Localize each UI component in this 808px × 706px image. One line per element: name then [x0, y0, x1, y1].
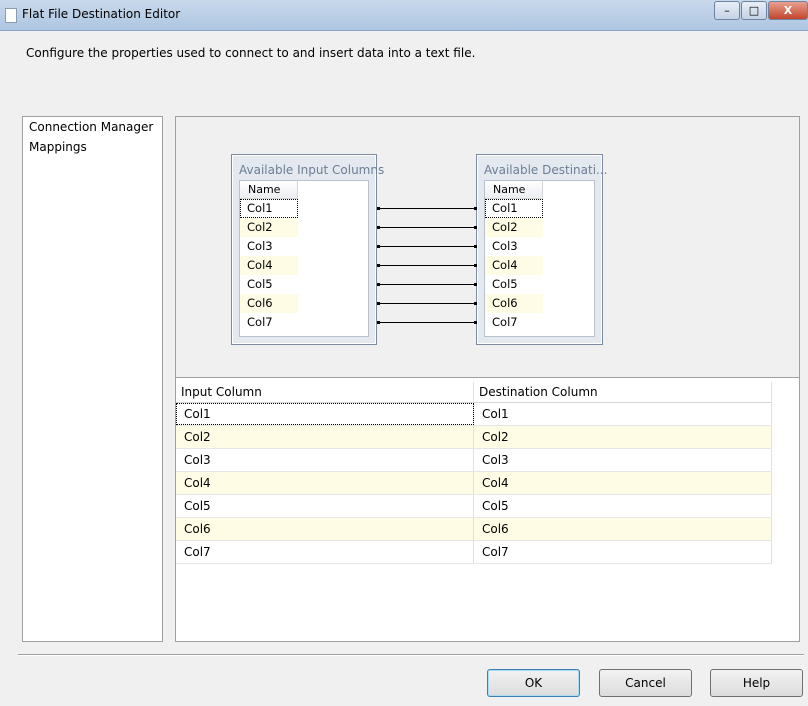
ok-button[interactable]: OK: [487, 669, 580, 697]
nav-item-mappings[interactable]: Mappings: [23, 137, 162, 157]
app-icon: [5, 8, 17, 23]
mapping-line[interactable]: [377, 283, 477, 286]
destination-name-header[interactable]: Name: [485, 181, 543, 199]
table-row[interactable]: Col3 Col3: [176, 449, 772, 472]
input-cell[interactable]: Col5: [176, 495, 474, 517]
available-input-columns-box[interactable]: Available Input Columns Name Col1 Col2 C…: [231, 154, 384, 345]
maximize-button[interactable]: □: [741, 1, 767, 20]
destination-column-item[interactable]: Col7: [485, 313, 543, 332]
page-nav: Connection Manager Mappings: [22, 116, 163, 642]
input-column-item[interactable]: Col7: [240, 313, 298, 332]
input-cell[interactable]: Col7: [176, 541, 474, 563]
mapping-line[interactable]: [377, 226, 477, 229]
input-cell[interactable]: Col3: [176, 449, 474, 471]
mapping-line[interactable]: [377, 321, 477, 324]
input-cell[interactable]: Col6: [176, 518, 474, 540]
destination-column-header[interactable]: Destination Column: [474, 382, 772, 402]
destination-column-item[interactable]: Col4: [485, 256, 543, 275]
input-column-item[interactable]: Col6: [240, 294, 298, 313]
table-row[interactable]: Col4 Col4: [176, 472, 772, 495]
input-box-title: Available Input Columns: [239, 163, 385, 177]
destination-box-title: Available Destinati...: [484, 163, 608, 177]
close-button[interactable]: X: [768, 1, 808, 20]
mappings-panel: Available Input Columns Name Col1 Col2 C…: [175, 116, 800, 642]
grid-header: Input Column Destination Column: [176, 382, 772, 403]
input-column-item[interactable]: Col2: [240, 218, 298, 237]
mapping-line[interactable]: [377, 264, 477, 267]
instruction-text: Configure the properties used to connect…: [26, 46, 476, 60]
input-cell[interactable]: Col4: [176, 472, 474, 494]
mapping-diagram: Available Input Columns Name Col1 Col2 C…: [176, 117, 799, 378]
mapping-line[interactable]: [377, 207, 477, 210]
help-button[interactable]: Help: [710, 669, 803, 697]
input-name-header[interactable]: Name: [240, 181, 298, 199]
window-title: Flat File Destination Editor: [22, 7, 181, 21]
cancel-button[interactable]: Cancel: [599, 669, 692, 697]
destination-column-item[interactable]: Col6: [485, 294, 543, 313]
destination-cell[interactable]: Col1: [474, 403, 772, 425]
destination-cell[interactable]: Col7: [474, 541, 772, 563]
mapping-line[interactable]: [377, 245, 477, 248]
input-column-item[interactable]: Col5: [240, 275, 298, 294]
destination-cell[interactable]: Col3: [474, 449, 772, 471]
input-cell[interactable]: Col1: [176, 403, 474, 425]
destination-cell[interactable]: Col5: [474, 495, 772, 517]
table-row[interactable]: Col2 Col2: [176, 426, 772, 449]
input-cell[interactable]: Col2: [176, 426, 474, 448]
destination-column-item[interactable]: Col3: [485, 237, 543, 256]
destination-cell[interactable]: Col6: [474, 518, 772, 540]
destination-column-item[interactable]: Col2: [485, 218, 543, 237]
table-row[interactable]: Col6 Col6: [176, 518, 772, 541]
input-column-item[interactable]: Col4: [240, 256, 298, 275]
mapping-grid: Input Column Destination Column Col1 Col1…: [176, 382, 799, 564]
input-column-item[interactable]: Col1: [240, 199, 298, 218]
title-bar: Flat File Destination Editor – □ X: [0, 0, 808, 31]
destination-cell[interactable]: Col4: [474, 472, 772, 494]
minimize-button[interactable]: –: [714, 1, 740, 20]
destination-column-item[interactable]: Col5: [485, 275, 543, 294]
mapping-line[interactable]: [377, 302, 477, 305]
table-row[interactable]: Col1 Col1: [176, 403, 772, 426]
available-destination-columns-box[interactable]: Available Destinati... Name Col1 Col2 Co…: [476, 154, 608, 345]
input-column-item[interactable]: Col3: [240, 237, 298, 256]
nav-item-connection-manager[interactable]: Connection Manager: [23, 117, 162, 137]
destination-column-item[interactable]: Col1: [485, 199, 543, 218]
input-column-header[interactable]: Input Column: [176, 382, 474, 402]
divider: [18, 654, 804, 656]
destination-cell[interactable]: Col2: [474, 426, 772, 448]
table-row[interactable]: Col7 Col7: [176, 541, 772, 564]
table-row[interactable]: Col5 Col5: [176, 495, 772, 518]
